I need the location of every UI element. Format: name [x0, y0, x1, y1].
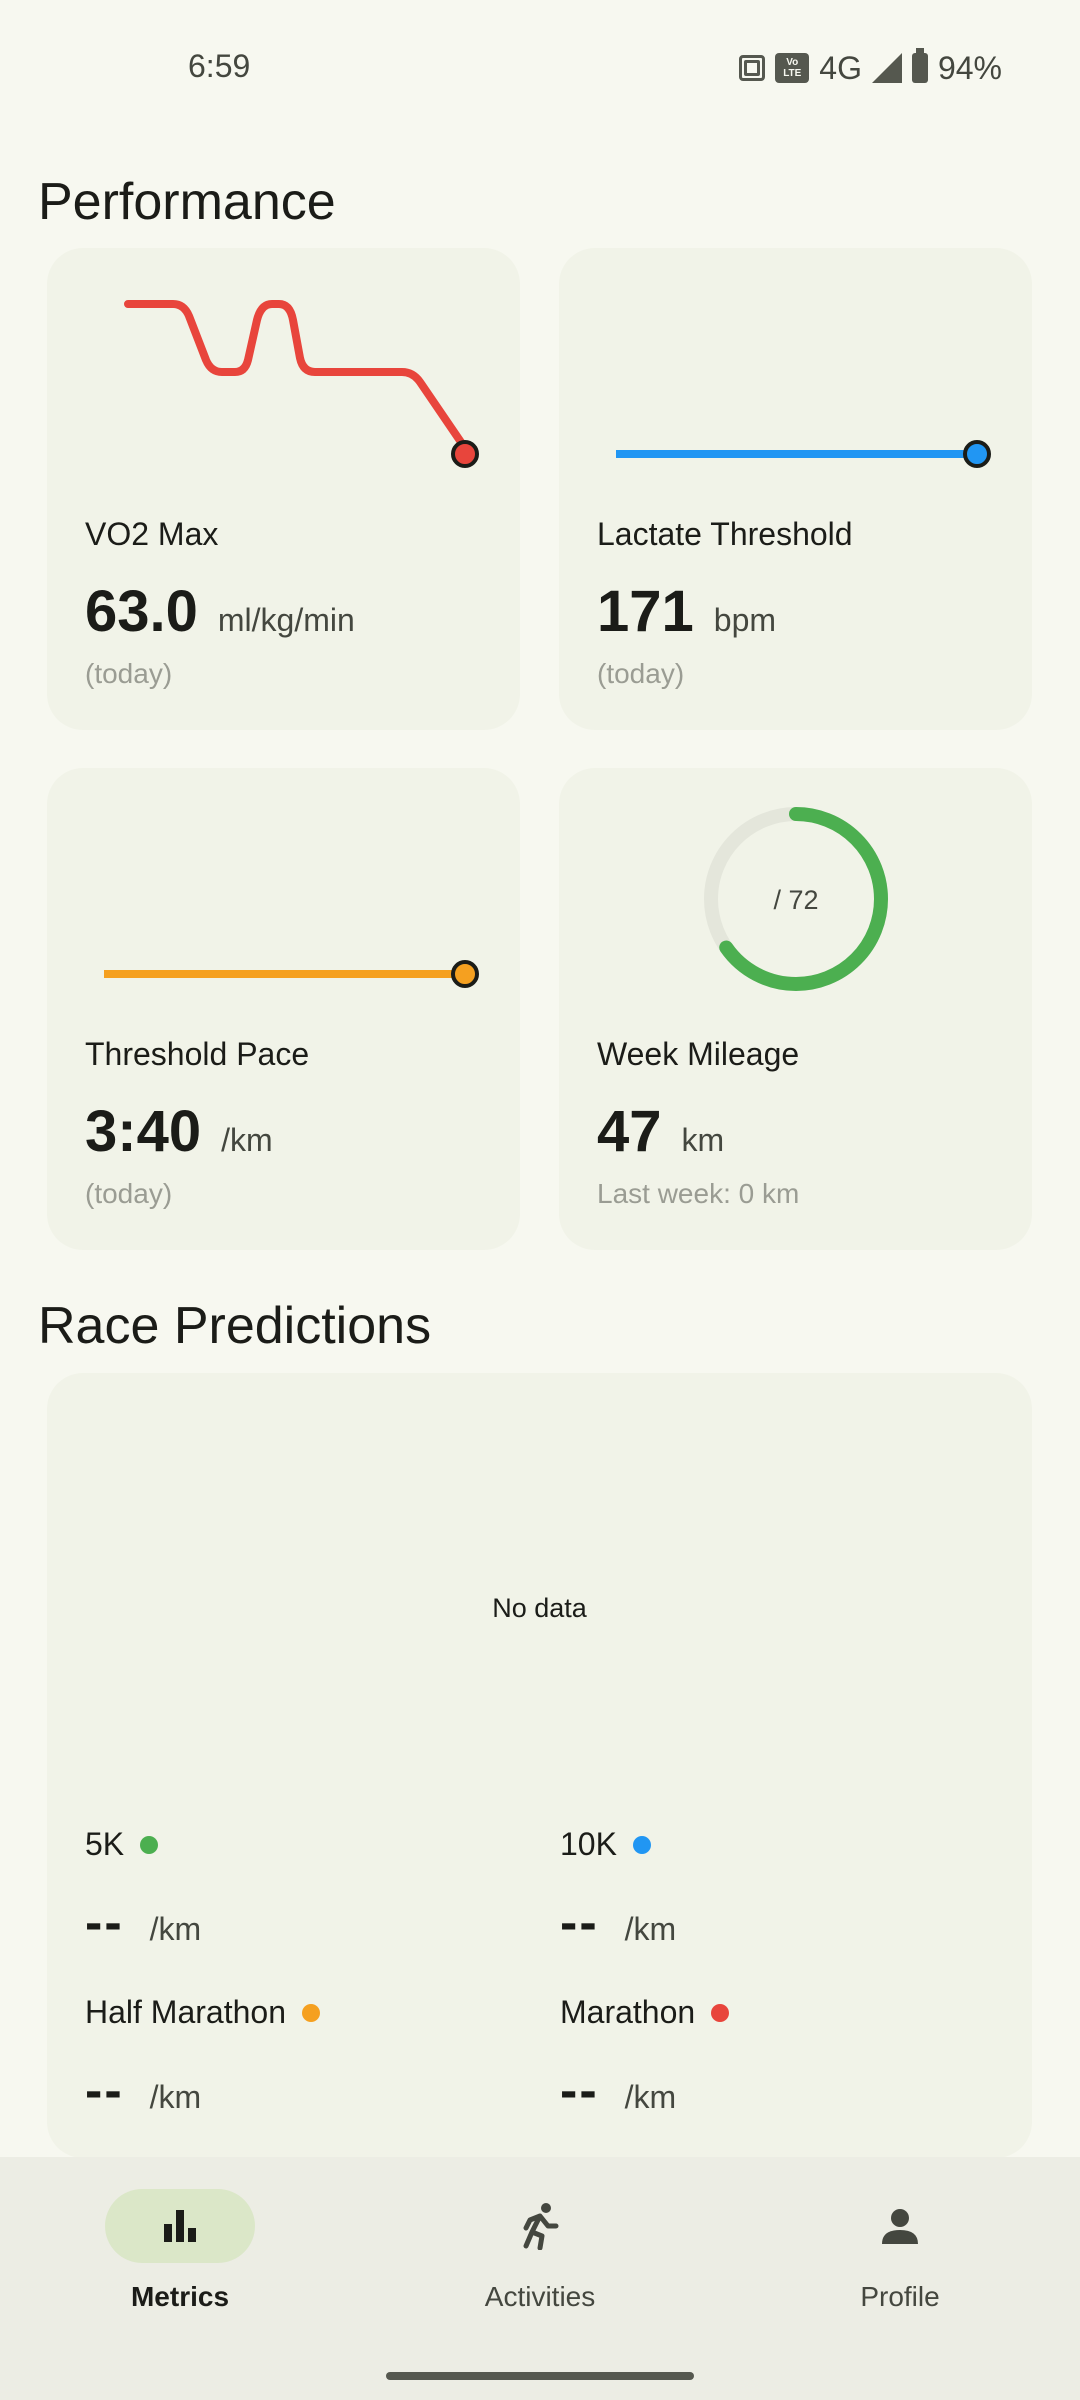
nav-activities-label: Activities [484, 2281, 596, 2312]
prediction-marathon: Marathon -- /km [560, 1994, 730, 2121]
bar-chart-icon [164, 2210, 196, 2242]
prediction-value: -- [85, 1894, 124, 1952]
legend-dot [632, 1835, 651, 1854]
prediction-10k: 10K -- /km [560, 1826, 676, 1953]
lactate-unit: bpm [713, 602, 777, 638]
lactate-subtext: (today) [597, 658, 685, 689]
race-predictions-title: Race Predictions [38, 1297, 432, 1355]
prediction-unit: /km [149, 1911, 202, 1947]
person-icon [882, 2209, 918, 2244]
battery-level: 94% [937, 49, 1002, 86]
vo2max-point [451, 440, 479, 468]
bottom-navigation: Metrics Activities Profile [0, 2157, 1080, 2400]
prediction-name: Half Marathon [85, 1994, 286, 2030]
status-bar: 6:59 Vo LTE 4G 94% [0, 0, 1080, 136]
prediction-value: -- [560, 1894, 599, 1952]
prediction-half-marathon: Half Marathon -- /km [85, 1994, 320, 2121]
vo2max-value: 63.0 [85, 579, 198, 644]
prediction-5k: 5K -- /km [85, 1826, 201, 1953]
prediction-name: 10K [560, 1826, 617, 1862]
legend-dot [140, 1835, 159, 1854]
prediction-value: -- [560, 2062, 599, 2120]
vo2max-value-row: 63.0 ml/kg/min [85, 578, 355, 645]
vo2max-unit: ml/kg/min [217, 602, 355, 638]
lactate-value: 171 [597, 579, 694, 644]
week-mileage-card[interactable]: / 72 Week Mileage 47 km Last week: 0 km [559, 768, 1032, 1250]
prediction-unit: /km [624, 1911, 677, 1947]
running-icon [523, 2203, 559, 2250]
prediction-unit: /km [624, 2079, 677, 2115]
prediction-value: -- [85, 2062, 124, 2120]
nfc-icon [739, 55, 766, 81]
nav-metrics-label: Metrics [130, 2281, 230, 2312]
mileage-label: Week Mileage [597, 1036, 800, 1072]
lactate-value-row: 171 bpm [597, 578, 776, 645]
nav-profile-pill[interactable] [825, 2189, 975, 2263]
threshold-pace-card[interactable]: Threshold Pace 3:40 /km (today) [47, 768, 520, 1250]
legend-dot [711, 2003, 730, 2022]
pace-subtext: (today) [85, 1178, 173, 1209]
nav-activities[interactable]: Activities [390, 2189, 690, 2313]
vo2max-subtext: (today) [85, 658, 173, 689]
lactate-label: Lactate Threshold [597, 516, 853, 552]
race-predictions-card: No data 5K -- /km 10K -- /km Half Marath… [47, 1373, 1032, 2158]
nav-metrics-pill[interactable] [105, 2189, 255, 2263]
prediction-name: Marathon [560, 1994, 696, 2030]
mileage-ring-text: / 72 [773, 885, 818, 915]
vo2max-label: VO2 Max [85, 516, 219, 552]
pace-value-row: 3:40 /km [85, 1098, 273, 1165]
status-icons: Vo LTE 4G 94% [739, 48, 1002, 88]
pace-unit: /km [221, 1122, 273, 1158]
prediction-name: 5K [85, 1826, 125, 1862]
performance-title: Performance [38, 173, 336, 231]
nav-metrics[interactable]: Metrics [30, 2189, 330, 2313]
lactate-point [963, 440, 991, 468]
gesture-handle[interactable] [386, 2372, 694, 2380]
nav-profile-label: Profile [860, 2281, 940, 2312]
network-type: 4G [819, 49, 862, 86]
lactate-threshold-card[interactable]: Lactate Threshold 171 bpm (today) [559, 248, 1032, 730]
no-data-text: No data [492, 1593, 587, 1623]
battery-icon [911, 48, 928, 83]
nav-activities-pill[interactable] [465, 2189, 615, 2263]
mileage-value: 47 [597, 1099, 662, 1164]
mileage-subtext: Last week: 0 km [597, 1178, 800, 1209]
mileage-unit: km [681, 1122, 725, 1158]
pace-value: 3:40 [85, 1099, 202, 1164]
nav-profile[interactable]: Profile [750, 2189, 1050, 2313]
pace-label: Threshold Pace [85, 1036, 310, 1072]
vo2max-line [124, 300, 469, 452]
mileage-value-row: 47 km [597, 1098, 724, 1165]
volte-icon: Vo LTE [775, 53, 810, 83]
status-time: 6:59 [188, 48, 251, 84]
vo2max-card[interactable]: VO2 Max 63.0 ml/kg/min (today) [47, 248, 520, 730]
pace-point [451, 960, 479, 988]
signal-icon [871, 53, 902, 83]
legend-dot [301, 2003, 320, 2022]
prediction-unit: /km [149, 2079, 202, 2115]
